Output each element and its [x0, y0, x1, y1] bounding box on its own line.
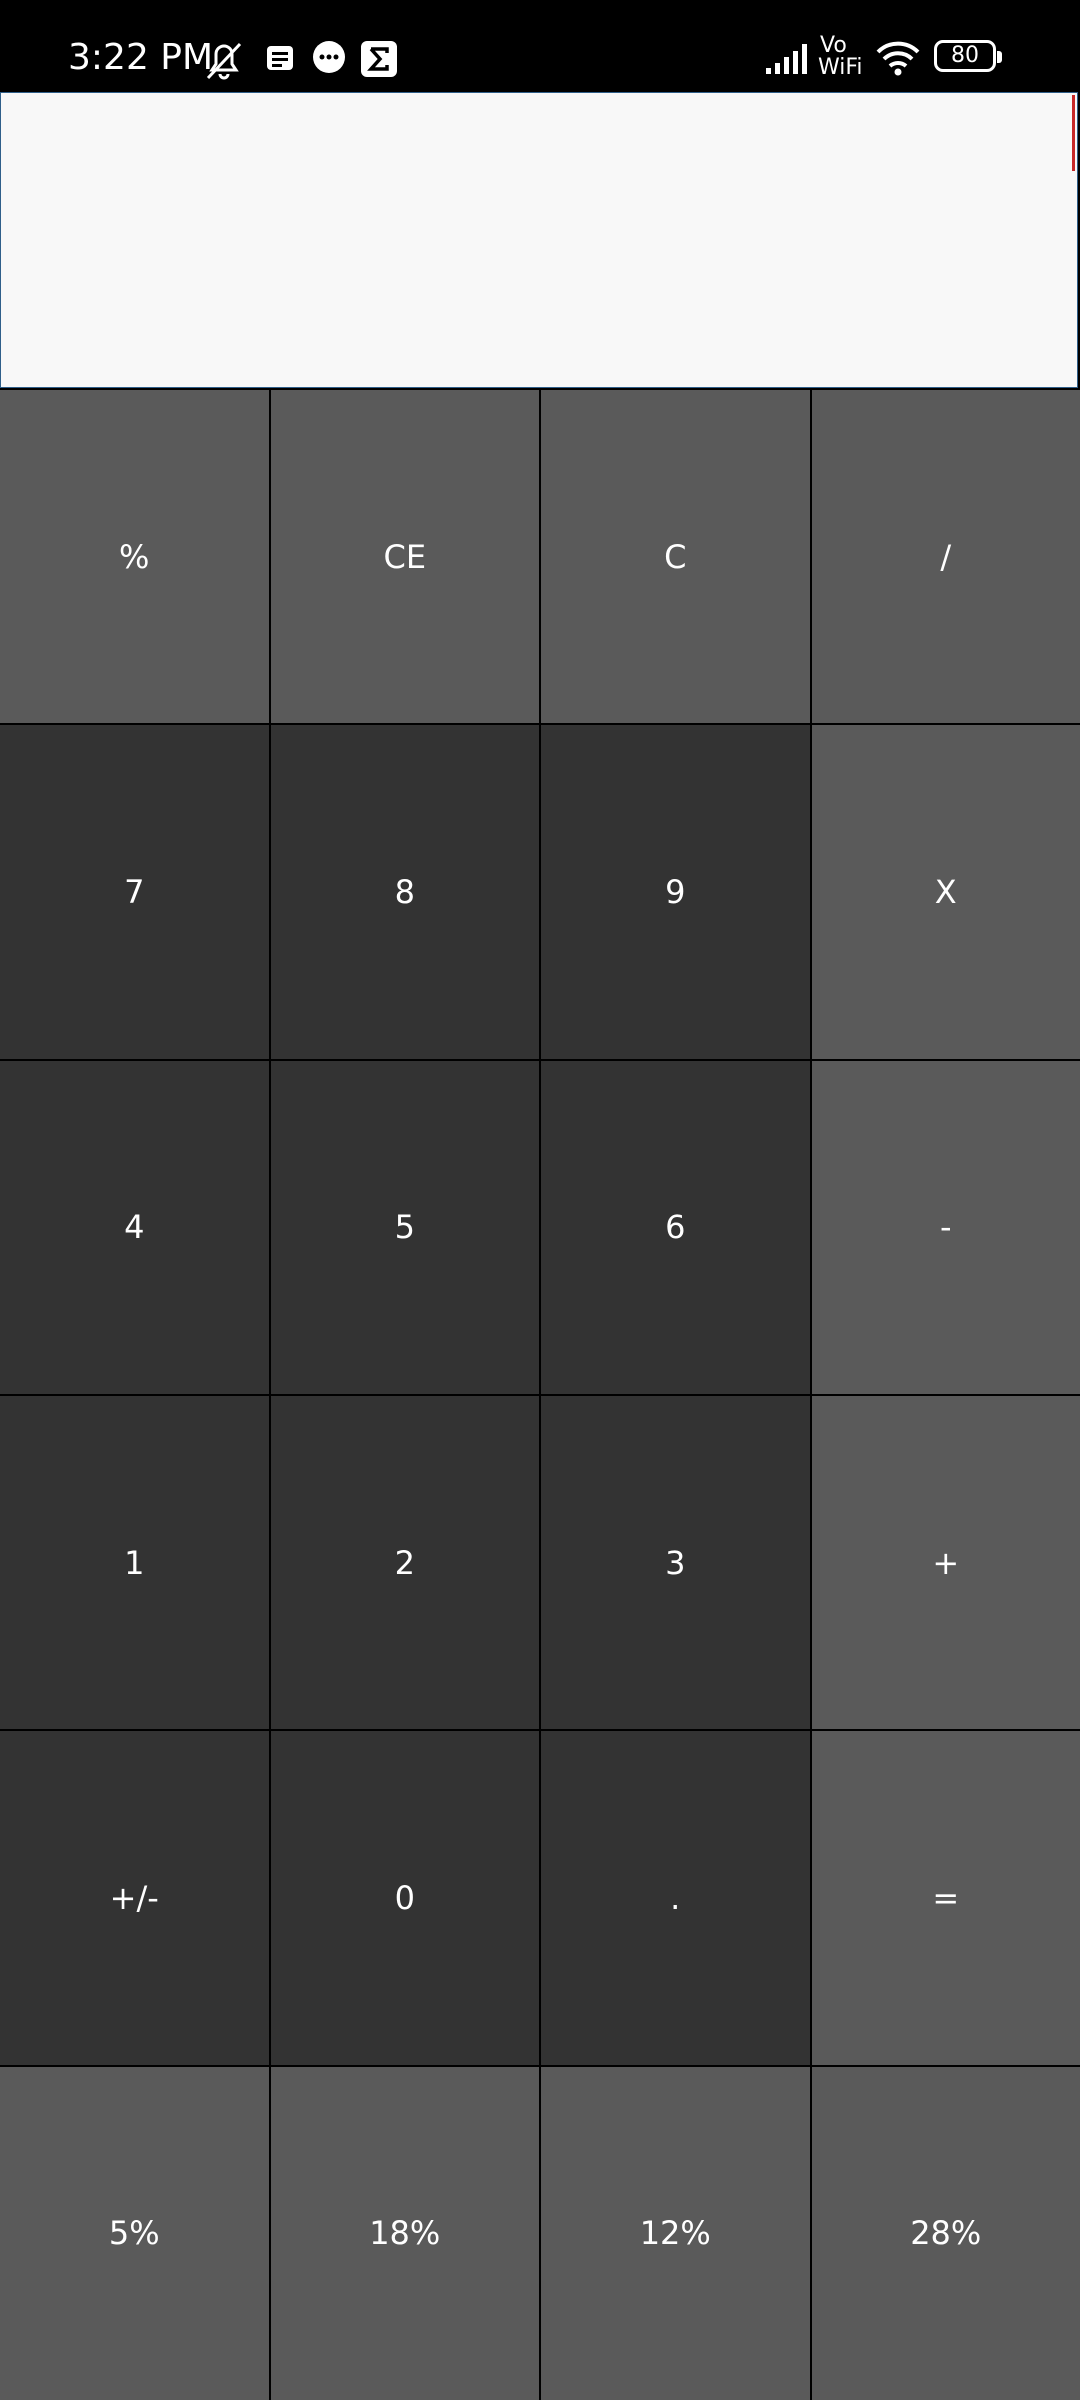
equals-button[interactable]: =: [811, 1731, 1080, 2065]
gst-5-button[interactable]: 5%: [0, 2066, 269, 2400]
text-cursor: [1072, 95, 1075, 171]
status-bar: 3:22 PM Vo WiFi 80: [0, 0, 1080, 92]
digit-7-button[interactable]: 7: [0, 725, 269, 1059]
clear-button[interactable]: C: [541, 390, 810, 724]
digit-6-button[interactable]: 6: [541, 1060, 810, 1394]
clock: 3:22 PM: [68, 37, 214, 78]
signal-icon: [766, 44, 807, 74]
vowifi-label-bottom: WiFi: [818, 55, 863, 80]
notes-icon: [267, 46, 293, 70]
mute-icon: [206, 42, 242, 80]
digit-4-button[interactable]: 4: [0, 1060, 269, 1394]
wifi-icon: [876, 41, 920, 76]
subtract-button[interactable]: -: [811, 1060, 1080, 1394]
digit-3-button[interactable]: 3: [541, 1396, 810, 1730]
battery-level: 80: [951, 43, 979, 68]
digit-5-button[interactable]: 5: [270, 1060, 539, 1394]
digit-0-button[interactable]: 0: [270, 1731, 539, 2065]
digit-8-button[interactable]: 8: [270, 725, 539, 1059]
sign-toggle-button[interactable]: +/-: [0, 1731, 269, 2065]
digit-9-button[interactable]: 9: [541, 725, 810, 1059]
gst-18-button[interactable]: 18%: [270, 2066, 539, 2400]
multiply-button[interactable]: X: [811, 725, 1080, 1059]
battery-icon: 80: [934, 40, 1002, 72]
clear-entry-button[interactable]: CE: [270, 390, 539, 724]
digit-1-button[interactable]: 1: [0, 1396, 269, 1730]
calculator-display[interactable]: [0, 92, 1078, 388]
percent-button[interactable]: %: [0, 390, 269, 724]
add-button[interactable]: +: [811, 1396, 1080, 1730]
decimal-button[interactable]: .: [541, 1731, 810, 2065]
divide-button[interactable]: /: [811, 390, 1080, 724]
keypad: % CE C / 7 8 9 X 4 5 6 - 1 2 3 + +/- 0 .…: [0, 390, 1080, 2400]
message-icon: [313, 41, 345, 73]
gst-12-button[interactable]: 12%: [541, 2066, 810, 2400]
sigma-icon: [361, 41, 397, 77]
gst-28-button[interactable]: 28%: [811, 2066, 1080, 2400]
digit-2-button[interactable]: 2: [270, 1396, 539, 1730]
